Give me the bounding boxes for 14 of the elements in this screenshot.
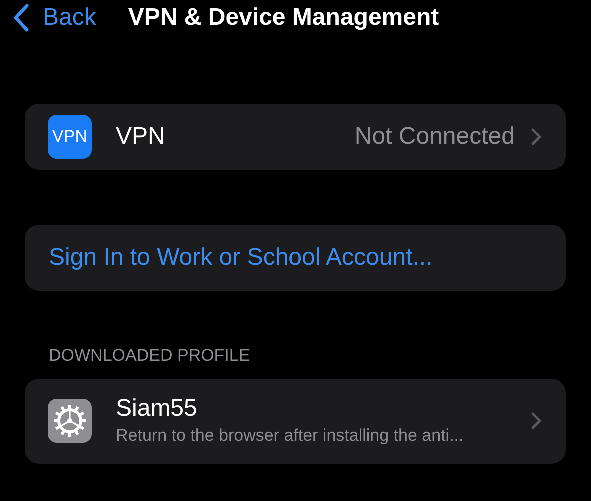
gear-icon	[48, 399, 92, 443]
vpn-row[interactable]: VPN VPN Not Connected	[25, 104, 566, 170]
section-header: DOWNLOADED PROFILE	[49, 345, 252, 367]
back-chevron-icon	[12, 3, 30, 33]
profile-row[interactable]: Siam55 Return to the browser after installing the anti...	[25, 378, 566, 464]
page-title: VPN & Device Management	[128, 3, 440, 33]
profile-description: Return to the browser after installing the anti...	[116, 425, 464, 447]
chevron-right-icon	[531, 412, 542, 430]
row-label: VPN	[116, 122, 166, 152]
chevron-right-icon	[531, 128, 542, 146]
vpn-app-icon: VPN	[48, 115, 92, 159]
row-value: Not Connected	[354, 122, 515, 152]
profile-name: Siam55	[116, 394, 198, 424]
back-button[interactable]: Back	[12, 0, 96, 36]
